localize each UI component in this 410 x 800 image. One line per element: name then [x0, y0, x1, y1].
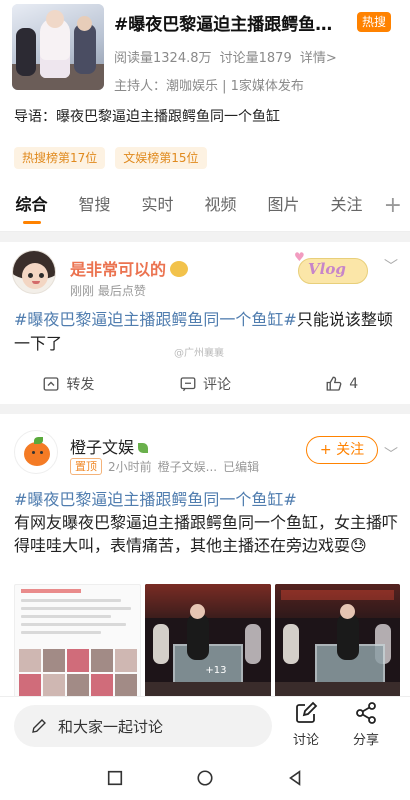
edited-label: 已编辑	[223, 460, 260, 474]
image-thumbnail[interactable]: +13	[145, 584, 271, 700]
tab-comprehensive[interactable]: 综合	[0, 186, 63, 232]
discuss-button[interactable]: 讨论	[284, 701, 328, 748]
topic-cover-image[interactable]	[12, 4, 104, 90]
post-card[interactable]: 橙子文娱 置顶 2小时前 橙子文娱... 已编辑 + 关注 ﹀ #曝夜巴黎逼迫主…	[0, 414, 410, 714]
post-text: #曝夜巴黎逼迫主播跟鳄鱼同一个鱼缸# 有网友曝夜巴黎逼迫主播跟鳄鱼同一个鱼缸，女…	[14, 488, 398, 557]
circle-icon	[197, 770, 213, 786]
edit-icon	[296, 701, 318, 723]
rank-tag-entertainment[interactable]: 文娱榜第15位	[115, 147, 207, 169]
tab-smart-search[interactable]: 智搜	[63, 186, 126, 232]
follow-button[interactable]: + 关注	[306, 436, 378, 464]
post-username[interactable]: 是非常可以的	[70, 256, 189, 280]
pinned-badge: 置顶	[70, 458, 102, 475]
repost-button[interactable]: 转发	[0, 366, 137, 402]
divider	[0, 232, 410, 242]
vlog-sticker: ♥ Vlog	[294, 250, 376, 290]
post-username[interactable]: 橙子文娱	[70, 434, 149, 458]
image-thumbnail[interactable]	[14, 584, 142, 700]
thumbs-up-icon	[326, 376, 342, 391]
tab-video[interactable]: 视频	[189, 186, 252, 232]
watermark: @广州襄襄	[174, 348, 224, 359]
like-button[interactable]: 4	[273, 366, 410, 402]
sprout-badge-icon	[138, 443, 149, 453]
bottom-action-bar: 和大家一起讨论 讨论 分享	[0, 696, 410, 754]
read-count: 阅读量1324.8万	[114, 51, 212, 66]
image-grid: +13	[14, 584, 400, 700]
topic-host[interactable]: 主持人：潮咖娱乐 | 1家媒体发布	[114, 75, 304, 94]
post-time: 2小时前	[108, 460, 152, 474]
post-body: 有网友曝夜巴黎逼迫主播跟鳄鱼同一个鱼缸，女主播吓得哇哇大叫，表情痛苦，其他主播还…	[14, 513, 399, 555]
post-card[interactable]: 是非常可以的 刚刚 最后点赞 ♥ Vlog ﹀ #曝夜巴黎逼迫主播跟鳄鱼同一个鱼…	[0, 242, 410, 404]
discuss-input[interactable]: 和大家一起讨论	[14, 705, 272, 747]
hot-badge: 热搜	[357, 12, 392, 32]
system-nav-bar	[0, 756, 410, 800]
username-text[interactable]: 是非常可以的	[70, 260, 166, 279]
chevron-down-icon[interactable]: ﹀	[384, 444, 398, 464]
comment-label: 评论	[203, 377, 231, 393]
comment-icon	[180, 377, 196, 392]
feed-tabs: 综合 智搜 实时 视频 图片 关注	[0, 186, 410, 232]
share-button[interactable]: 分享	[344, 701, 388, 748]
home-button[interactable]	[195, 768, 215, 788]
divider	[0, 404, 410, 414]
topic-title: #曝夜巴黎逼迫主播跟鳄鱼同一个鱼缸#	[114, 15, 346, 35]
avatar[interactable]	[14, 430, 58, 474]
comment-button[interactable]: 评论	[137, 366, 274, 402]
topic-guide: 导语：曝夜巴黎逼迫主播跟鳄鱼同一个鱼缸	[14, 109, 280, 125]
share-label: 分享	[352, 733, 379, 748]
triangle-back-icon	[289, 770, 301, 786]
hashtag-link[interactable]: #曝夜巴黎逼迫主播跟鳄鱼同一个鱼缸#	[14, 310, 297, 329]
tab-following[interactable]: 关注	[315, 186, 378, 232]
chevron-down-icon[interactable]: ﹀	[384, 256, 398, 276]
tab-realtime[interactable]: 实时	[126, 186, 189, 232]
post-actions: 转发 评论 4	[0, 366, 410, 402]
pencil-icon	[32, 719, 46, 733]
repost-icon	[43, 377, 59, 391]
like-count: 4	[349, 376, 359, 392]
back-button[interactable]	[285, 768, 305, 788]
post-source[interactable]: 橙子文娱...	[158, 458, 217, 475]
recent-apps-button[interactable]	[105, 768, 125, 788]
more-images-count: +13	[205, 665, 227, 676]
rank-tag-hot-search[interactable]: 热搜榜第17位	[14, 147, 106, 169]
repost-label: 转发	[66, 377, 95, 393]
post-meta: 置顶 2小时前 橙子文娱... 已编辑	[70, 458, 259, 475]
add-tab-icon[interactable]: +	[384, 195, 402, 217]
avatar[interactable]	[12, 250, 56, 294]
discuss-label: 讨论	[292, 733, 319, 748]
detail-link[interactable]: 详情>	[300, 51, 337, 66]
image-thumbnail[interactable]	[274, 584, 400, 700]
hashtag-link[interactable]: #曝夜巴黎逼迫主播跟鳄鱼同一个鱼缸#	[14, 490, 297, 509]
vlog-sticker-text: Vlog	[308, 260, 346, 278]
square-icon	[107, 770, 123, 786]
post-meta: 刚刚 最后点赞	[70, 284, 146, 298]
discussion-count: 讨论量1879	[219, 51, 292, 66]
emoji-icon	[170, 261, 189, 277]
topic-stats: 阅读量1324.8万 讨论量1879 详情>	[114, 47, 341, 66]
discuss-input-placeholder: 和大家一起讨论	[58, 717, 164, 736]
share-icon	[356, 702, 376, 724]
tab-images[interactable]: 图片	[252, 186, 315, 232]
username-text[interactable]: 橙子文娱	[70, 438, 134, 457]
rank-tags: 热搜榜第17位 文娱榜第15位	[14, 147, 207, 169]
